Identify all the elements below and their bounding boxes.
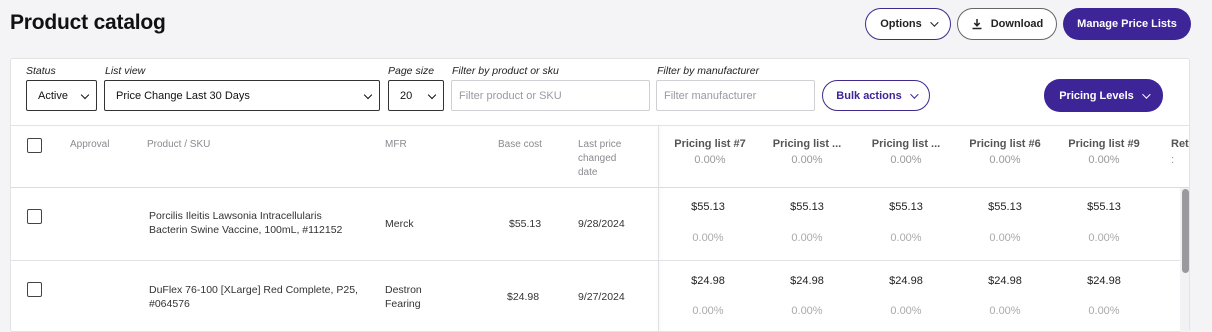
price-pct: 0.00% — [890, 232, 922, 244]
table-row[interactable]: Porcilis Ileitis Lawsonia Intracellulari… — [11, 188, 1189, 261]
price-value[interactable]: $55.13 — [663, 201, 753, 213]
catalog-panel: Status Active List view Price Change Las… — [10, 58, 1190, 332]
col-pricing-list: Pricing list ... — [871, 138, 941, 150]
pricing-levels-button[interactable]: Pricing Levels — [1044, 79, 1163, 112]
price-pct: 0.00% — [791, 232, 823, 244]
download-label: Download — [990, 18, 1044, 30]
price-pct: 0.00% — [989, 232, 1021, 244]
col-last-price-line: changed — [578, 153, 617, 164]
manufacturer-line: Destron — [385, 284, 422, 296]
status-select[interactable]: Active — [26, 80, 97, 111]
bulk-actions-button[interactable]: Bulk actions — [822, 80, 930, 111]
table-header: Approval Product / SKU MFR Base cost Las… — [11, 125, 1189, 188]
price-value[interactable]: $24.98 — [861, 275, 951, 287]
download-icon — [972, 19, 982, 30]
price-pct: 0.00% — [791, 305, 823, 317]
bulk-actions-label: Bulk actions — [836, 89, 902, 102]
page-size-select[interactable]: 20 — [388, 80, 444, 111]
price-value[interactable]: $55.13 — [861, 201, 951, 213]
col-pricing-list: Pricing list #6 — [969, 138, 1041, 150]
col-pricing-list: Ret — [1171, 138, 1189, 150]
vertical-scrollbar-thumb[interactable] — [1182, 189, 1189, 273]
chevron-down-icon — [363, 90, 373, 100]
manage-price-lists-label: Manage Price Lists — [1077, 18, 1177, 30]
row-checkbox[interactable] — [27, 209, 42, 224]
col-last-price-line: Last price — [578, 139, 622, 150]
col-pricing-pct: 0.00% — [791, 154, 823, 166]
price-value[interactable]: $55.13 — [960, 201, 1050, 213]
price-value[interactable]: $24.98 — [663, 275, 753, 287]
col-pricing-list: Pricing list ... — [772, 138, 842, 150]
base-cost: $24.98 — [507, 291, 540, 303]
col-pricing-pct: 0.00% — [989, 154, 1021, 166]
manage-price-lists-button[interactable]: Manage Price Lists — [1063, 8, 1191, 40]
frozen-column-divider — [658, 125, 659, 332]
product-name-line: DuFlex 76-100 [XLarge] Red Complete, P25… — [149, 284, 358, 296]
manufacturer-filter-input[interactable]: Filter manufacturer — [656, 80, 815, 111]
manufacturer-line: Merck — [385, 218, 414, 230]
last-changed-date: 9/27/2024 — [578, 291, 625, 303]
manufacturer-line: Fearing — [385, 298, 421, 310]
list-view-select[interactable]: Price Change Last 30 Days — [104, 80, 380, 111]
status-label: Status — [26, 65, 56, 77]
col-last-price-changed: Last price changed date — [578, 138, 621, 180]
price-pct: 0.00% — [1088, 232, 1120, 244]
price-value[interactable]: $24.98 — [1059, 275, 1149, 287]
price-value[interactable]: $24.98 — [960, 275, 1050, 287]
product-name: DuFlex 76-100 [XLarge] Red Complete, P25… — [149, 283, 358, 311]
col-product: Product / SKU — [147, 139, 211, 150]
page-size-label: Page size — [388, 65, 435, 77]
chevron-down-icon — [929, 18, 939, 27]
list-view-label: List view — [105, 65, 146, 77]
page-title: Product catalog — [10, 11, 166, 34]
product-filter-input[interactable]: Filter product or SKU — [451, 80, 650, 111]
options-button[interactable]: Options — [865, 8, 951, 40]
col-mfr: MFR — [385, 139, 407, 150]
options-label: Options — [880, 18, 922, 30]
col-pricing-pct: : — [1171, 154, 1175, 166]
price-pct: 0.00% — [989, 305, 1021, 317]
last-changed-date: 9/28/2024 — [578, 218, 625, 230]
select-all-checkbox[interactable] — [27, 138, 42, 153]
product-filter-label: Filter by product or sku — [452, 65, 559, 77]
col-approval: Approval — [70, 139, 110, 150]
price-value[interactable]: $24.98 — [762, 275, 852, 287]
chevron-down-icon — [909, 89, 919, 99]
product-name: Porcilis Ileitis Lawsonia Intracellulari… — [149, 209, 342, 237]
product-filter-placeholder: Filter product or SKU — [459, 89, 562, 102]
base-cost: $55.13 — [509, 218, 542, 230]
download-button[interactable]: Download — [957, 8, 1057, 40]
col-pricing-pct: 0.00% — [890, 154, 922, 166]
chevron-down-icon — [1141, 89, 1151, 99]
manufacturer-filter-label: Filter by manufacturer — [657, 65, 760, 77]
col-pricing-list: Pricing list #9 — [1068, 138, 1140, 150]
price-value[interactable]: $55.13 — [762, 201, 852, 213]
col-pricing-pct: 0.00% — [1088, 154, 1120, 166]
manufacturer: Destron Fearing — [385, 283, 422, 311]
price-pct: 0.00% — [692, 305, 724, 317]
chevron-down-icon — [80, 90, 90, 100]
manufacturer-filter-placeholder: Filter manufacturer — [664, 89, 757, 102]
price-value[interactable]: $55.13 — [1059, 201, 1149, 213]
product-name-line: Porcilis Ileitis Lawsonia Intracellulari… — [149, 210, 322, 222]
price-pct: 0.00% — [692, 232, 724, 244]
product-name-line: #064576 — [149, 298, 190, 310]
row-checkbox[interactable] — [27, 282, 42, 297]
chevron-down-icon — [427, 90, 437, 100]
status-value: Active — [38, 89, 68, 102]
table-row[interactable]: DuFlex 76-100 [XLarge] Red Complete, P25… — [11, 261, 1189, 332]
col-pricing-pct: 0.00% — [694, 154, 726, 166]
manufacturer: Merck — [385, 217, 414, 231]
pricing-levels-label: Pricing Levels — [1059, 89, 1134, 102]
price-pct: 0.00% — [890, 305, 922, 317]
price-pct: 0.00% — [1088, 305, 1120, 317]
page-size-value: 20 — [400, 89, 413, 102]
list-view-value: Price Change Last 30 Days — [116, 89, 250, 102]
col-base-cost: Base cost — [498, 139, 542, 150]
col-pricing-list: Pricing list #7 — [674, 138, 746, 150]
col-last-price-line: date — [578, 167, 598, 178]
product-name-line: Bacterin Swine Vaccine, 100mL, #112152 — [149, 224, 343, 236]
